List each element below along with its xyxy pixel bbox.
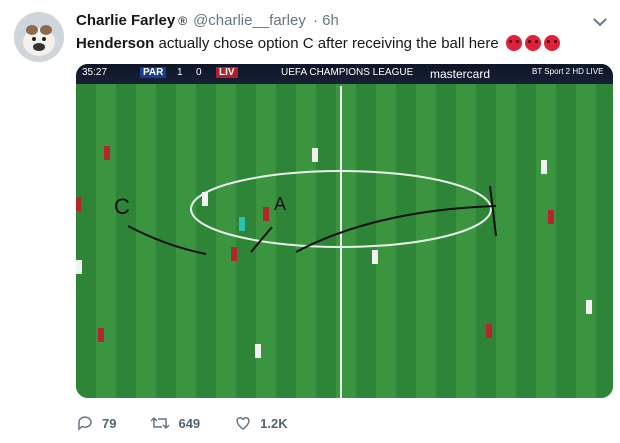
- tweet-text: Henderson actually chose option C after …: [76, 35, 560, 52]
- like-button[interactable]: 1.2K: [234, 414, 288, 432]
- score-time: 35:27: [82, 67, 108, 78]
- tweet-image[interactable]: 35:27 PAR 1 0 LIV UEFA CHAMPIONS LEAGUE …: [76, 64, 613, 398]
- like-count: 1.2K: [260, 415, 288, 431]
- away-score: 0: [196, 67, 202, 78]
- tweet-time[interactable]: · 6h: [313, 12, 339, 29]
- away-team: LIV: [216, 67, 238, 78]
- angry-face-icon: [505, 35, 522, 51]
- mention[interactable]: Henderson: [76, 35, 154, 52]
- chevron-down-icon[interactable]: [590, 12, 610, 32]
- heart-icon: [236, 417, 250, 430]
- user-name[interactable]: Charlie Farley: [76, 12, 175, 29]
- angry-face-icon: [524, 35, 541, 51]
- competition-label: UEFA CHAMPIONS LEAGUE: [281, 67, 414, 78]
- tweet-body: actually chose option C after receiving …: [158, 35, 499, 52]
- retweet-button[interactable]: 649: [150, 414, 200, 432]
- retweet-icon: [150, 416, 170, 430]
- sponsor-label: mastercard: [430, 67, 491, 81]
- tweet-header: Charlie Farley ® @charlie__farley · 6h: [76, 12, 339, 29]
- annotation-c: C: [114, 194, 130, 219]
- user-handle[interactable]: @charlie__farley: [193, 12, 306, 29]
- reply-count: 79: [102, 415, 117, 431]
- avatar[interactable]: [14, 12, 64, 62]
- reply-button[interactable]: 79: [76, 414, 116, 432]
- retweet-count: 649: [178, 415, 201, 431]
- registered-badge: ®: [178, 14, 188, 28]
- annotation-a: A: [274, 194, 287, 214]
- home-team: PAR: [140, 67, 167, 78]
- broadcaster-label: BT Sport 2 HD LIVE: [532, 67, 604, 76]
- tweet-actions: 79 649 1.2K: [76, 414, 322, 432]
- home-score: 1: [177, 67, 183, 78]
- angry-face-icon: [543, 35, 560, 51]
- reply-icon: [78, 416, 92, 431]
